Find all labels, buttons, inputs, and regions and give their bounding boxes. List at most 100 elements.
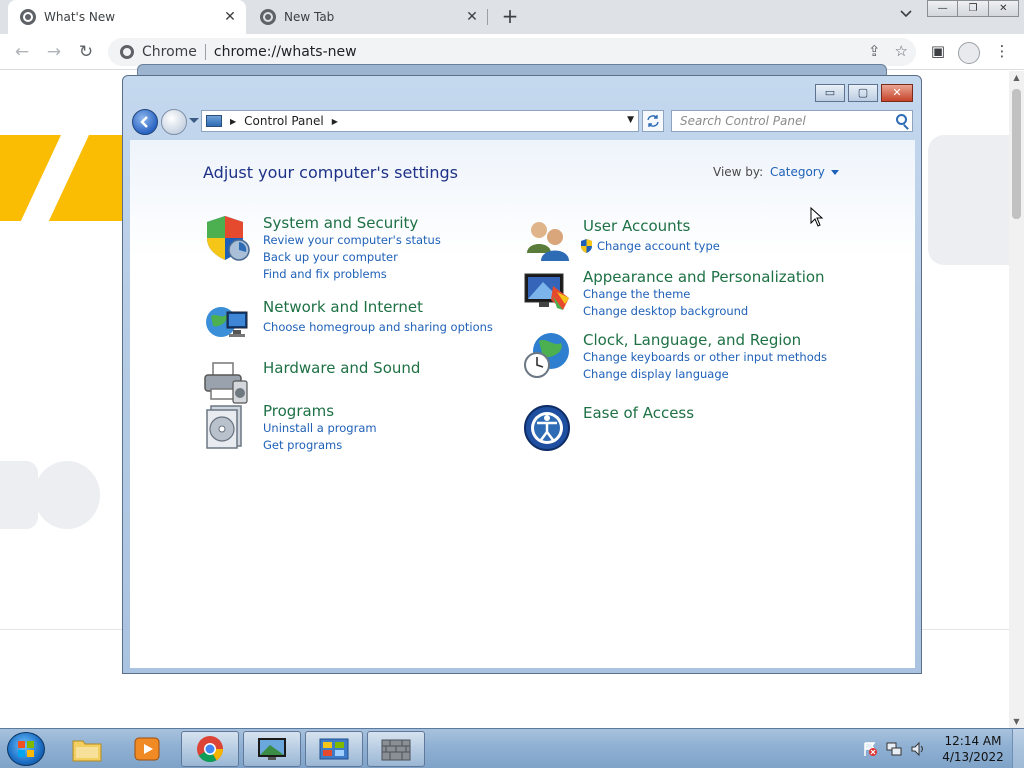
change-account-type-link[interactable]: Change account type bbox=[580, 239, 720, 253]
recent-pages-dropdown-icon[interactable] bbox=[189, 118, 199, 123]
chrome-tab-strip: What's New ✕ New Tab ✕ + — ❐ ✕ bbox=[0, 0, 1024, 34]
address-dropdown-icon[interactable]: ▼ bbox=[627, 115, 634, 125]
show-desktop-button[interactable] bbox=[1012, 729, 1024, 768]
get-programs-link[interactable]: Get programs bbox=[263, 438, 342, 452]
system-tray bbox=[862, 733, 926, 765]
reload-button[interactable]: ↻ bbox=[74, 40, 98, 64]
taskbar-chrome[interactable] bbox=[181, 731, 239, 767]
cp-content-area: Adjust your computer's settings View by:… bbox=[130, 140, 915, 668]
start-button[interactable] bbox=[7, 732, 45, 766]
control-panel-icon bbox=[319, 738, 349, 760]
uac-shield-icon bbox=[581, 239, 592, 253]
folder-icon bbox=[72, 740, 102, 762]
change-keyboards-link[interactable]: Change keyboards or other input methods bbox=[583, 350, 827, 364]
side-panel-icon[interactable]: ▣ bbox=[928, 42, 948, 62]
breadcrumb-control-panel[interactable]: Control Panel bbox=[244, 114, 324, 128]
mouse-cursor-icon bbox=[810, 207, 824, 227]
taskbar-remote-desktop[interactable] bbox=[243, 731, 301, 767]
new-tab-button[interactable]: + bbox=[498, 5, 522, 29]
firewall-icon bbox=[381, 739, 411, 761]
monitor-icon bbox=[524, 273, 569, 310]
minimize-button[interactable]: — bbox=[927, 0, 959, 17]
breadcrumb-arrow-icon[interactable]: ▶ bbox=[332, 117, 338, 126]
find-fix-problems-link[interactable]: Find and fix problems bbox=[263, 267, 387, 281]
close-button[interactable]: ✕ bbox=[988, 0, 1019, 17]
forward-button[interactable]: → bbox=[42, 40, 66, 64]
media-player-icon bbox=[134, 737, 160, 761]
review-status-link[interactable]: Review your computer's status bbox=[263, 233, 441, 247]
tab-close-icon[interactable]: ✕ bbox=[220, 9, 240, 25]
volume-icon[interactable] bbox=[910, 741, 926, 757]
programs-link[interactable]: Programs bbox=[263, 402, 334, 420]
window-controls: — ❐ ✕ bbox=[927, 0, 1019, 18]
hardware-sound-link[interactable]: Hardware and Sound bbox=[263, 359, 420, 377]
clock-language-region-link[interactable]: Clock, Language, and Region bbox=[583, 331, 801, 349]
scroll-down-icon[interactable]: ▼ bbox=[1009, 717, 1024, 726]
chrome-logo-icon bbox=[120, 45, 134, 59]
appearance-personalization-link[interactable]: Appearance and Personalization bbox=[583, 268, 825, 286]
taskbar-clock[interactable]: 12:14 AM 4/13/2022 bbox=[938, 733, 1008, 765]
tab-close-icon[interactable]: ✕ bbox=[462, 9, 482, 25]
cp-window-controls: ▭ ▢ ✕ bbox=[815, 84, 913, 102]
decorative-shape bbox=[0, 135, 130, 221]
address-bar[interactable]: Chrome chrome://whats-new ⇪ ☆ bbox=[108, 38, 916, 66]
scroll-thumb[interactable] bbox=[1012, 89, 1021, 219]
system-security-link[interactable]: System and Security bbox=[263, 214, 418, 232]
uninstall-program-link[interactable]: Uninstall a program bbox=[263, 421, 377, 435]
search-placeholder: Search Control Panel bbox=[680, 114, 806, 128]
tab-separator bbox=[487, 9, 488, 25]
change-account-type-label: Change account type bbox=[597, 239, 720, 253]
cp-minimize-button[interactable]: ▭ bbox=[815, 84, 845, 102]
tab-title: What's New bbox=[44, 10, 116, 24]
users-icon bbox=[527, 222, 569, 261]
scroll-up-icon[interactable]: ▲ bbox=[1009, 73, 1024, 82]
tab-whats-new[interactable]: What's New ✕ bbox=[8, 0, 246, 34]
page-title: Adjust your computer's settings bbox=[203, 163, 458, 182]
network-tray-icon[interactable] bbox=[886, 741, 902, 757]
taskbar-media-player[interactable] bbox=[118, 731, 176, 767]
cp-forward-button[interactable] bbox=[161, 109, 187, 135]
action-center-flag-icon[interactable] bbox=[862, 741, 878, 757]
cp-close-button[interactable]: ✕ bbox=[881, 84, 913, 102]
network-internet-link[interactable]: Network and Internet bbox=[263, 298, 423, 316]
restore-button[interactable]: ❐ bbox=[958, 0, 989, 17]
cp-address-bar[interactable]: ▶ Control Panel ▶ ▼ bbox=[201, 110, 639, 132]
share-icon[interactable]: ⇪ bbox=[868, 42, 881, 60]
profile-avatar[interactable] bbox=[958, 42, 980, 64]
page-scrollbar[interactable]: ▲ ▼ bbox=[1009, 71, 1024, 728]
change-display-language-link[interactable]: Change display language bbox=[583, 367, 729, 381]
chrome-icon bbox=[197, 736, 224, 763]
decorative-shape bbox=[928, 135, 1009, 265]
back-button[interactable]: ← bbox=[10, 40, 34, 64]
ease-of-access-link[interactable]: Ease of Access bbox=[583, 404, 694, 422]
globe-clock-icon bbox=[524, 333, 569, 378]
clock-date: 4/13/2022 bbox=[942, 750, 1004, 764]
tab-new-tab[interactable]: New Tab ✕ bbox=[248, 0, 488, 34]
taskbar-firewall[interactable] bbox=[367, 731, 425, 767]
address-url[interactable]: chrome://whats-new bbox=[214, 44, 357, 60]
change-theme-link[interactable]: Change the theme bbox=[583, 287, 690, 301]
backup-link[interactable]: Back up your computer bbox=[263, 250, 398, 264]
address-chip: Chrome bbox=[142, 44, 206, 60]
control-panel-window: ▭ ▢ ✕ ▶ Control Panel ▶ ▼ Search Control… bbox=[122, 75, 922, 674]
taskbar-control-panel[interactable] bbox=[305, 731, 363, 767]
homegroup-sharing-link[interactable]: Choose homegroup and sharing options bbox=[263, 320, 493, 334]
cp-back-button[interactable] bbox=[132, 109, 158, 135]
breadcrumb-arrow-icon[interactable]: ▶ bbox=[230, 117, 236, 126]
remote-desktop-icon bbox=[258, 738, 286, 760]
programs-icon bbox=[206, 405, 242, 449]
cp-search-input[interactable]: Search Control Panel bbox=[671, 110, 913, 132]
search-icon[interactable] bbox=[896, 114, 907, 125]
change-desktop-background-link[interactable]: Change desktop background bbox=[583, 304, 748, 318]
cp-maximize-button[interactable]: ▢ bbox=[848, 84, 878, 102]
chrome-menu-icon[interactable]: ⋮ bbox=[992, 42, 1012, 62]
user-accounts-link[interactable]: User Accounts bbox=[583, 217, 690, 235]
tab-search-chevron-icon[interactable] bbox=[896, 7, 916, 27]
decorative-shape bbox=[0, 461, 38, 529]
view-by-dropdown[interactable]: Category bbox=[770, 165, 839, 179]
taskbar-explorer[interactable] bbox=[58, 731, 116, 767]
bookmark-star-icon[interactable]: ☆ bbox=[895, 42, 908, 60]
cp-refresh-button[interactable] bbox=[642, 110, 664, 132]
windows-logo-icon bbox=[18, 741, 34, 757]
ease-of-access-icon bbox=[524, 405, 570, 451]
